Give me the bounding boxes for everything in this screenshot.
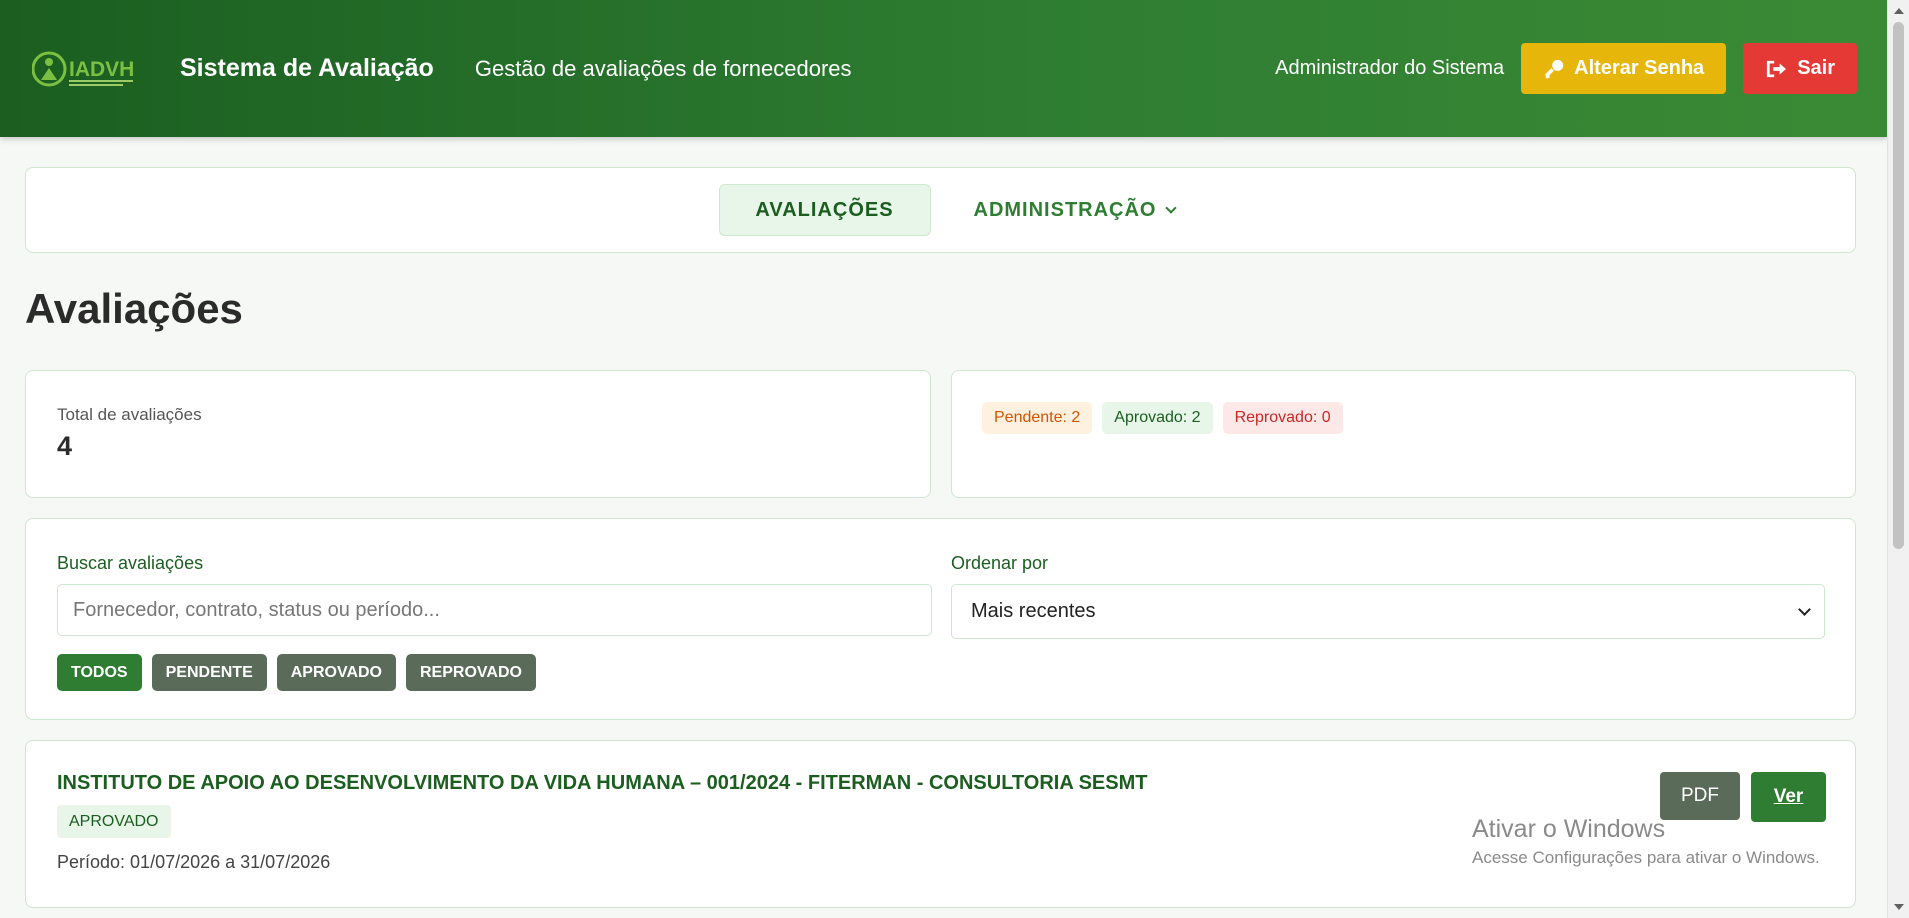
svg-text:IADVH: IADVH xyxy=(69,58,134,81)
filter-card: Buscar avaliações Ordenar por Mais recen… xyxy=(25,518,1856,720)
user-name: Administrador do Sistema xyxy=(1275,57,1505,79)
app-subtitle: Gestão de avaliações de fornecedores xyxy=(474,55,852,81)
logout-icon xyxy=(1767,60,1787,77)
chevron-down-icon xyxy=(1164,202,1177,214)
filter-pendente[interactable]: PENDENTE xyxy=(151,654,267,691)
scroll-down-arrow[interactable] xyxy=(1894,904,1904,910)
filter-reprovado[interactable]: REPROVADO xyxy=(406,654,536,691)
tab-administracao[interactable]: ADMINISTRAÇÃO xyxy=(973,198,1177,222)
logout-label: Sair xyxy=(1797,57,1835,79)
status-badges: Pendente: 2 Aprovado: 2 Reprovado: 0 xyxy=(982,402,1343,434)
sort-label: Ordenar por xyxy=(951,553,1049,573)
windows-activation-watermark: Ativar o Windows Acesse Configurações pa… xyxy=(1472,815,1820,868)
key-icon xyxy=(1545,59,1564,78)
scroll-thumb[interactable] xyxy=(1893,22,1904,549)
sort-select[interactable]: Mais recentes xyxy=(951,584,1825,639)
page-title: Avaliações xyxy=(25,285,243,332)
app-title: Sistema de Avaliação xyxy=(180,54,434,82)
change-password-label: Alterar Senha xyxy=(1574,57,1705,79)
total-value: 4 xyxy=(57,431,73,461)
sort-select-value: Mais recentes xyxy=(971,600,1096,622)
status-summary-card: Pendente: 2 Aprovado: 2 Reprovado: 0 xyxy=(951,370,1856,498)
scroll-up-arrow[interactable] xyxy=(1894,8,1904,14)
chevron-down-icon xyxy=(1798,602,1811,616)
status-badge-pendente: Pendente: 2 xyxy=(982,402,1093,434)
page-scrollbar[interactable] xyxy=(1887,0,1909,918)
tab-avaliacoes[interactable]: AVALIAÇÕES xyxy=(718,184,931,236)
iadvh-logo[interactable]: IADVH xyxy=(32,46,154,92)
status-filter-chips: TODOS PENDENTE APROVADO REPROVADO xyxy=(57,654,536,691)
watermark-title: Ativar o Windows xyxy=(1472,815,1666,843)
change-password-button[interactable]: Alterar Senha xyxy=(1521,43,1727,94)
logout-button[interactable]: Sair xyxy=(1743,43,1857,94)
total-card: Total de avaliações 4 xyxy=(25,370,931,498)
watermark-subtitle: Acesse Configurações para ativar o Windo… xyxy=(1472,848,1820,867)
evaluation-period: Período: 01/07/2026 a 31/07/2026 xyxy=(57,852,331,872)
pdf-button[interactable]: PDF xyxy=(1660,772,1740,820)
logo-icon: IADVH xyxy=(32,51,134,86)
filter-todos[interactable]: TODOS xyxy=(57,654,142,691)
main-nav: AVALIAÇÕES ADMINISTRAÇÃO xyxy=(25,167,1856,253)
evaluation-title: INSTITUTO DE APOIO AO DESENVOLVIMENTO DA… xyxy=(57,772,1148,794)
evaluation-status-badge: APROVADO xyxy=(57,805,171,838)
filter-aprovado[interactable]: APROVADO xyxy=(276,654,396,691)
app-header: IADVH Sistema de Avaliação Gestão de ava… xyxy=(0,0,1887,137)
status-badge-aprovado: Aprovado: 2 xyxy=(1102,402,1213,434)
search-label: Buscar avaliações xyxy=(57,553,204,573)
total-label: Total de avaliações xyxy=(57,405,202,424)
tab-administracao-label: ADMINISTRAÇÃO xyxy=(973,198,1157,221)
status-badge-reprovado: Reprovado: 0 xyxy=(1222,402,1343,434)
search-input[interactable] xyxy=(57,584,932,636)
